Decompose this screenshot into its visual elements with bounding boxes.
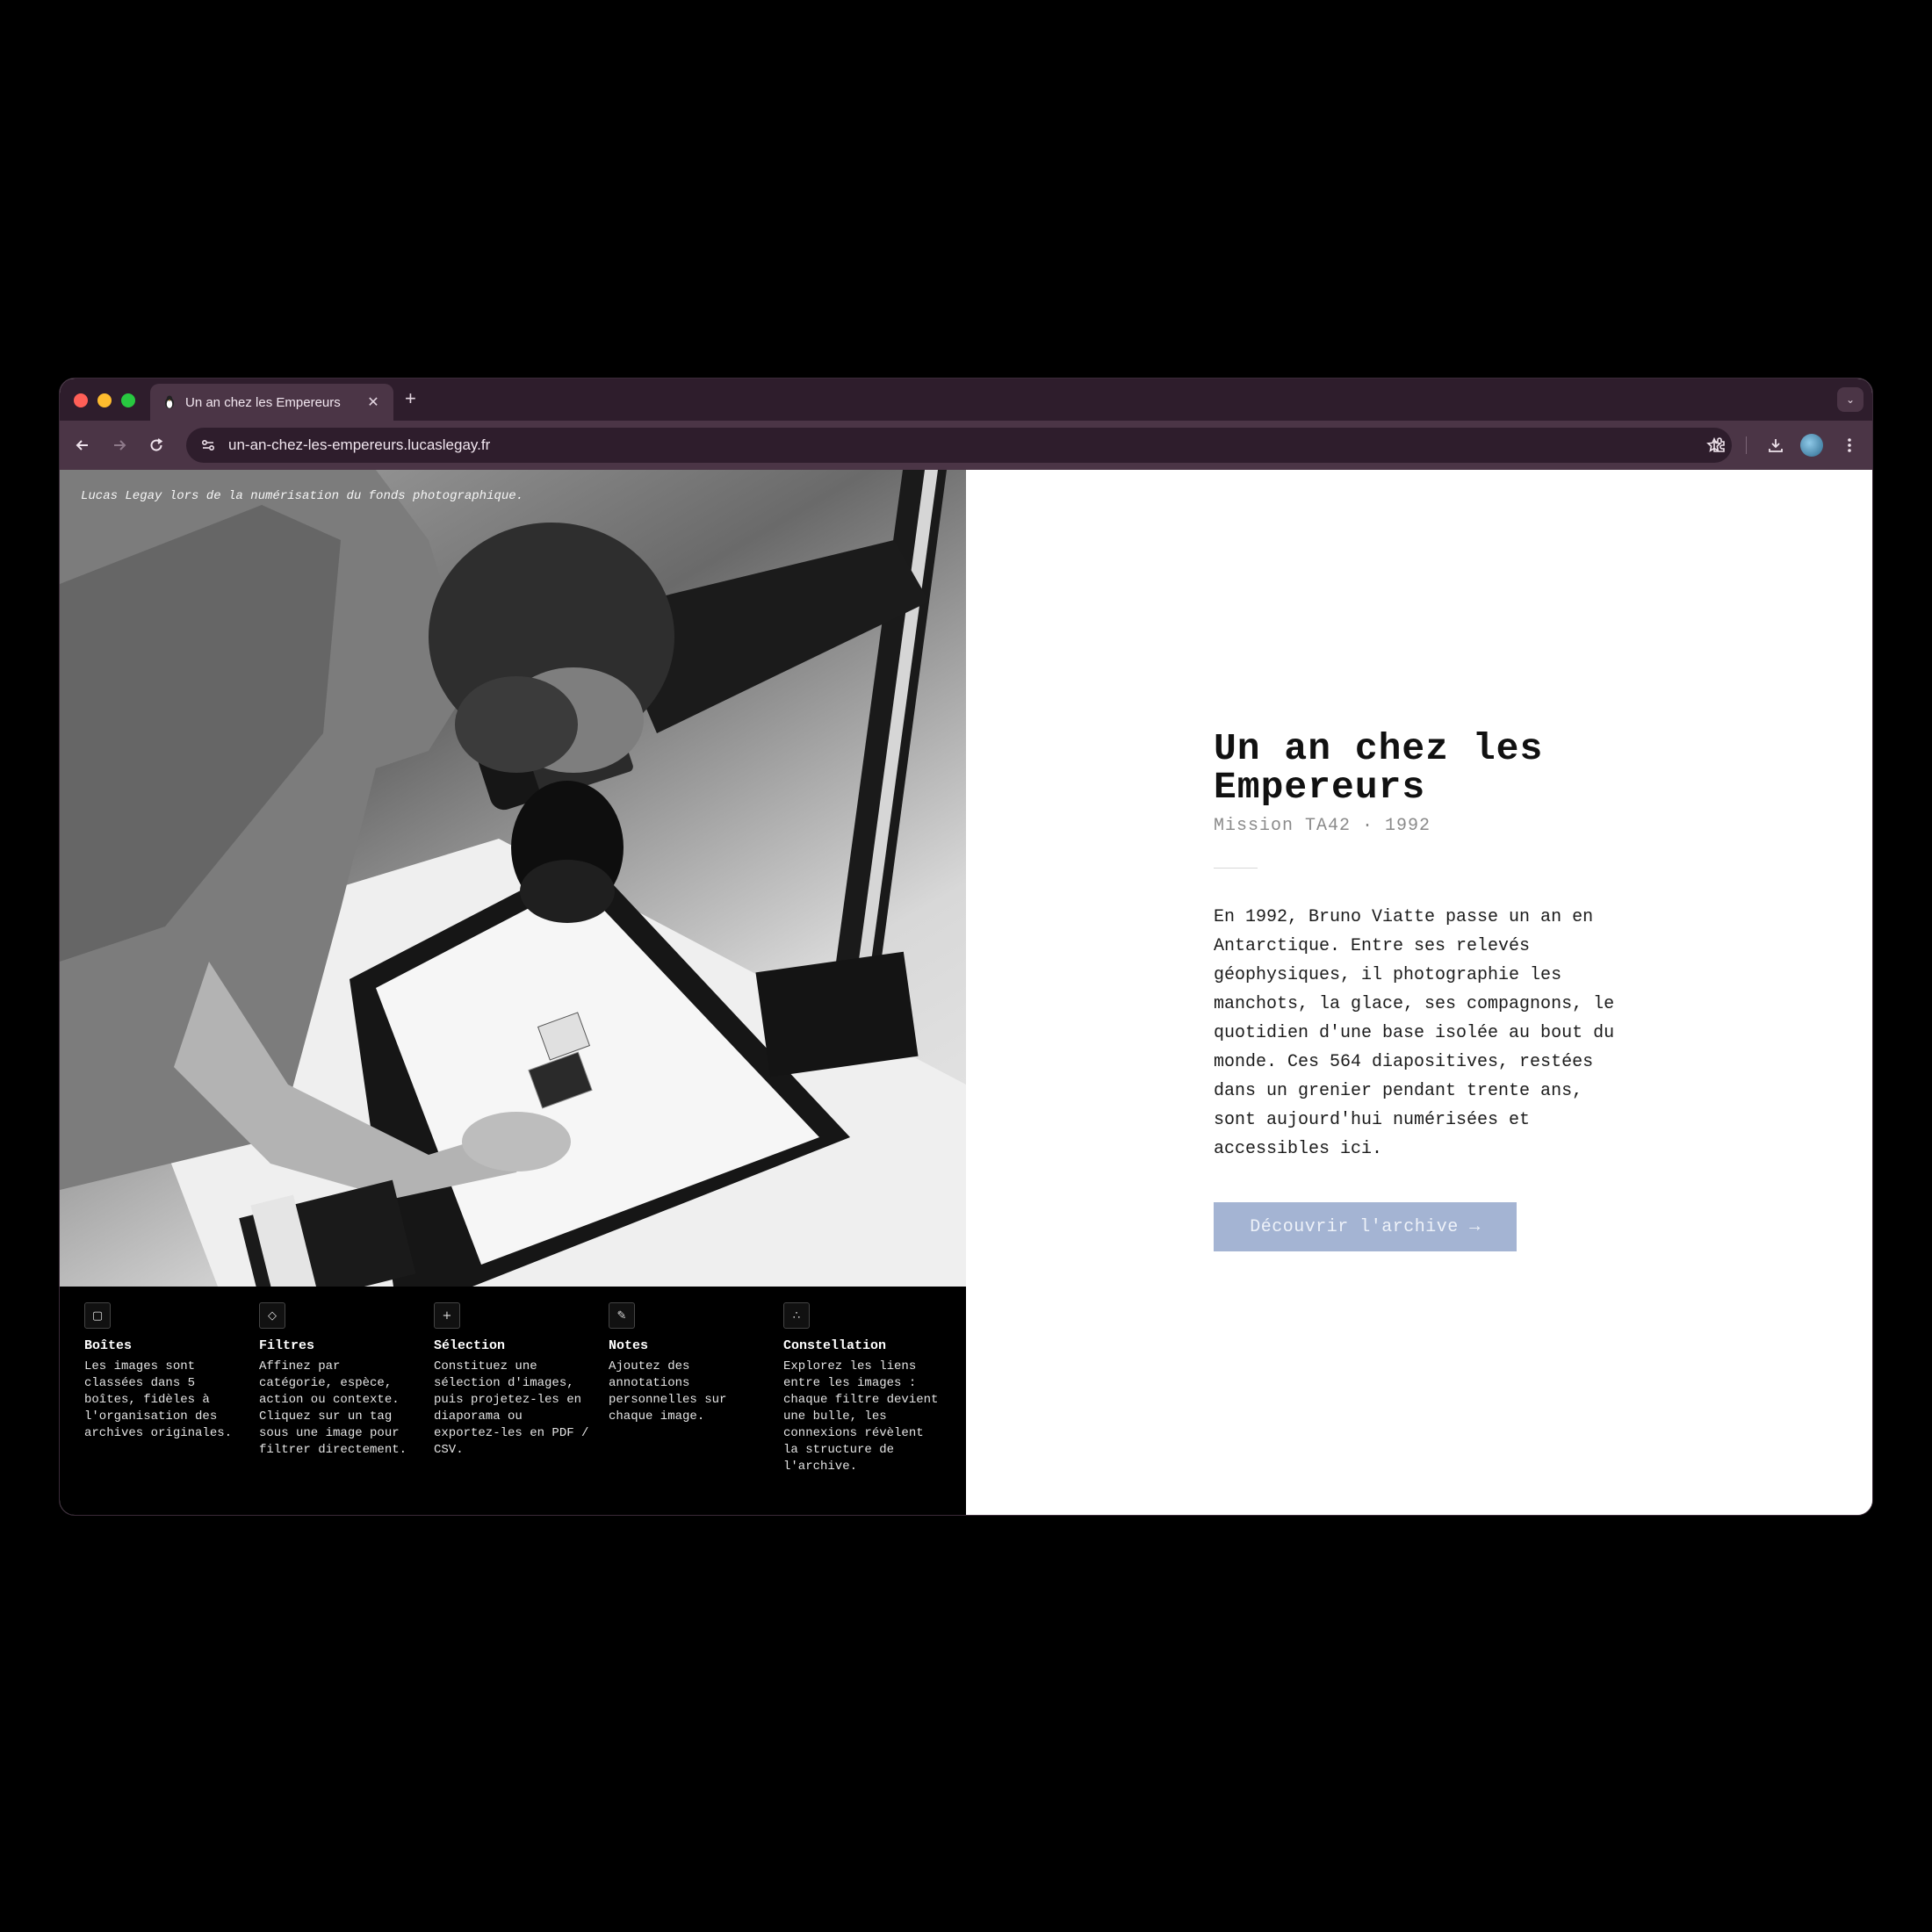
minimize-window-button[interactable] (97, 393, 112, 407)
reload-icon[interactable] (144, 433, 169, 458)
tab-title: Un an chez les Empereurs (185, 394, 341, 410)
profile-avatar[interactable] (1800, 434, 1823, 457)
new-tab-icon[interactable]: + (405, 388, 416, 409)
penguin-icon (162, 395, 177, 409)
extensions-puzzle-icon[interactable] (1707, 433, 1732, 458)
address-bar[interactable]: un-an-chez-les-empereurs.lucaslegay.fr (186, 428, 1732, 463)
feature-description: Constituez une sélection d'images, puis … (434, 1359, 589, 1457)
site-settings-icon[interactable] (198, 436, 218, 455)
feature-boites: ▢ Boîtes Les images sont classées dans 5… (84, 1302, 242, 1442)
feature-description: Explorez les liens entre les images : ch… (783, 1359, 939, 1474)
divider (1214, 868, 1258, 869)
feature-title: Sélection (434, 1338, 506, 1353)
forward-arrow-icon[interactable] (107, 433, 132, 458)
page-subtitle: Mission TA42 · 1992 (1214, 816, 1431, 836)
plus-icon: + (434, 1302, 460, 1329)
photo-caption: Lucas Legay lors de la numérisation du f… (81, 489, 524, 503)
browser-toolbar: un-an-chez-les-empereurs.lucaslegay.fr (60, 421, 1872, 470)
back-arrow-icon[interactable] (70, 433, 95, 458)
digitization-photo: Lucas Legay lors de la numérisation du f… (60, 470, 966, 1287)
feature-description: Affinez par catégorie, espèce, action ou… (259, 1359, 407, 1457)
toolbar-divider (1746, 436, 1747, 454)
tab-search-chevron-icon[interactable]: ⌄ (1837, 387, 1864, 412)
features-list: ▢ Boîtes Les images sont classées dans 5… (60, 1302, 966, 1515)
left-panel: Lucas Legay lors de la numérisation du f… (60, 470, 966, 1515)
constellation-icon: ∴ (783, 1302, 810, 1329)
discover-archive-button[interactable]: Découvrir l'archive → (1214, 1202, 1517, 1251)
tab-bar: Un an chez les Empereurs ✕ + ⌄ (60, 378, 1872, 421)
close-window-button[interactable] (74, 393, 88, 407)
close-tab-icon[interactable]: ✕ (365, 393, 381, 411)
right-panel: Un an chez les Empereurs Mission TA42 · … (966, 470, 1872, 1515)
more-menu-icon[interactable] (1837, 433, 1862, 458)
page-title: Un an chez les Empereurs (1214, 727, 1544, 809)
browser-tab[interactable]: Un an chez les Empereurs ✕ (150, 384, 393, 421)
download-icon[interactable] (1763, 433, 1788, 458)
url-text: un-an-chez-les-empereurs.lucaslegay.fr (228, 436, 491, 453)
feature-filtres: ◇ Filtres Affinez par catégorie, espèce,… (259, 1302, 417, 1459)
intro-paragraph: En 1992, Bruno Viatte passe un an en Ant… (1214, 907, 1615, 1159)
feature-title: Filtres (259, 1338, 315, 1353)
maximize-window-button[interactable] (121, 393, 135, 407)
feature-constellation: ∴ Constellation Explorez les liens entre… (783, 1302, 941, 1475)
browser-window: Un an chez les Empereurs ✕ + ⌄ un-an-che… (59, 378, 1873, 1516)
feature-title: Boîtes (84, 1338, 133, 1353)
feature-description: Les images sont classées dans 5 boîtes, … (84, 1359, 233, 1440)
feature-description: Ajoutez des annotations personnelles sur… (609, 1359, 727, 1424)
feature-notes: ✎ Notes Ajoutez des annotations personne… (609, 1302, 767, 1425)
filter-icon: ◇ (259, 1302, 285, 1329)
pencil-icon: ✎ (609, 1302, 635, 1329)
box-icon: ▢ (84, 1302, 111, 1329)
page-content: Lucas Legay lors de la numérisation du f… (60, 470, 1872, 1515)
feature-selection: + Sélection Constituez une sélection d'i… (434, 1302, 592, 1459)
feature-title: Notes (609, 1338, 649, 1353)
feature-title: Constellation (783, 1338, 887, 1353)
